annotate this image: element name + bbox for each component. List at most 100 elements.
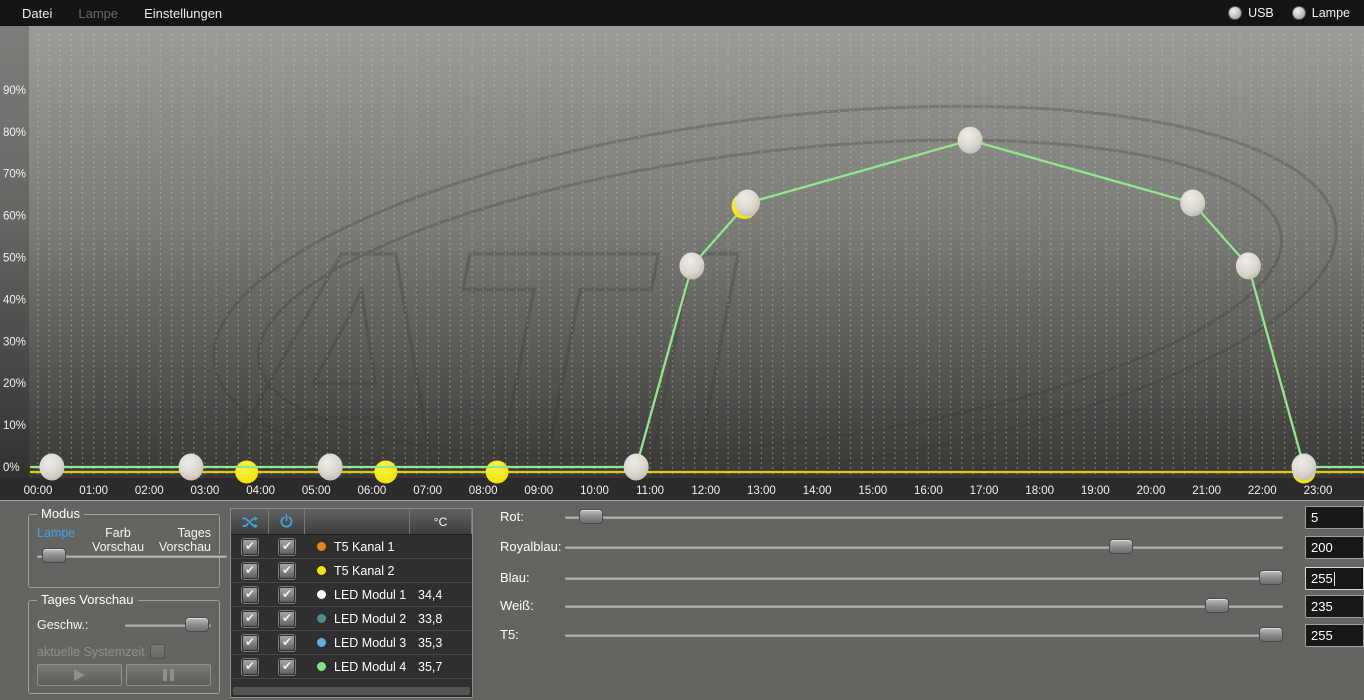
name-column-header [305,509,410,534]
color-slider-thumb[interactable] [1205,598,1229,613]
svg-text:05:00: 05:00 [302,485,331,497]
status-indicators: USB Lampe [1228,6,1350,20]
curve-point[interactable] [486,461,509,484]
color-slider[interactable] [565,509,1283,524]
channel-name[interactable]: LED Modul 3 [334,636,406,650]
color-slider-track[interactable] [565,545,1283,548]
channel-name[interactable]: LED Modul 1 [334,588,406,602]
pause-button[interactable] [126,664,211,686]
curve-point[interactable] [1236,252,1261,279]
channel-power-checkbox[interactable]: ✔ [279,563,295,579]
channel-power-checkbox[interactable]: ✔ [279,659,295,675]
color-slider-track[interactable] [565,515,1283,518]
color-slider-label: Weiß: [500,598,534,613]
color-slider-thumb[interactable] [1259,570,1283,585]
menu-einstellungen[interactable]: Einstellungen [131,6,235,21]
color-value-input[interactable]: 235 [1305,595,1364,618]
svg-text:07:00: 07:00 [413,485,442,497]
color-value-input[interactable]: 200 [1305,536,1364,559]
channel-power-checkbox[interactable]: ✔ [279,539,295,555]
channel-name[interactable]: T5 Kanal 2 [334,564,394,578]
channel-name[interactable]: LED Modul 4 [334,660,406,674]
svg-text:13:00: 13:00 [747,485,776,497]
svg-text:17:00: 17:00 [970,485,999,497]
channel-row: ✔ ✔ T5 Kanal 2 [231,559,472,583]
channel-curve-checkbox[interactable]: ✔ [242,563,258,579]
curve-point[interactable] [679,252,704,279]
color-slider-track[interactable] [565,633,1283,636]
svg-text:90%: 90% [3,85,26,97]
curve-point[interactable] [39,454,64,481]
color-slider[interactable] [565,598,1283,613]
svg-text:06:00: 06:00 [358,485,387,497]
channel-curve-checkbox[interactable]: ✔ [242,587,258,603]
curve-point[interactable] [179,454,204,481]
curve-point[interactable] [318,454,343,481]
menu-lampe[interactable]: Lampe [65,6,131,21]
svg-text:14:00: 14:00 [803,485,832,497]
svg-text:60%: 60% [3,211,26,223]
color-slider-thumb[interactable] [579,509,603,524]
curve-point[interactable] [624,454,649,481]
svg-text:23:00: 23:00 [1304,485,1333,497]
channel-curve-checkbox[interactable]: ✔ [242,659,258,675]
svg-text:04:00: 04:00 [246,485,275,497]
color-slider[interactable] [565,539,1283,554]
svg-text:21:00: 21:00 [1192,485,1221,497]
table-scrollbar[interactable] [233,687,470,695]
schedule-chart[interactable]: ATI90%80%70%60%50%40%30%20%10%0%00:0001:… [0,26,1364,500]
channel-table: °C ✔✔T5 Kanal 1✔✔T5 Kanal 2✔✔LED Modul 1… [230,508,473,698]
channel-color-dot-icon [317,542,326,551]
channel-name[interactable]: LED Modul 2 [334,612,406,626]
channel-temperature: 35,7 [410,660,472,674]
power-column-header[interactable] [269,509,305,534]
channel-name[interactable]: T5 Kanal 1 [334,540,394,554]
channel-row: ✔✔LED Modul 233,8 [231,607,472,631]
color-slider[interactable] [565,570,1283,585]
channel-curve-checkbox[interactable]: ✔ [242,611,258,627]
svg-text:19:00: 19:00 [1081,485,1110,497]
play-icon [74,669,85,681]
color-slider-thumb[interactable] [1109,539,1133,554]
color-slider-track[interactable] [565,604,1283,607]
svg-text:20%: 20% [3,378,26,390]
tages-vorschau-groupbox: Tages Vorschau Geschw.: aktuelle Systemz… [28,600,220,694]
channel-power-checkbox[interactable]: ✔ [279,587,295,603]
color-slider[interactable] [565,627,1283,642]
curve-point[interactable] [958,127,983,154]
curve-point[interactable] [1292,454,1317,481]
play-button[interactable] [37,664,122,686]
transport-controls [37,664,211,686]
systemtime-row: aktuelle Systemzeit [37,644,165,659]
svg-text:0%: 0% [3,462,20,474]
color-slider-track[interactable] [565,576,1283,579]
color-value-input[interactable]: 255 [1305,624,1364,647]
speed-slider-thumb[interactable] [185,617,209,632]
channel-temperature: 34,4 [410,588,472,602]
speed-label: Geschw.: [37,618,125,632]
curve-point[interactable] [735,190,760,217]
channel-curve-checkbox[interactable]: ✔ [242,539,258,555]
color-slider-thumb[interactable] [1259,627,1283,642]
modus-slider[interactable] [37,548,227,563]
channel-row: ✔ ✔ LED Modul 4 35,7 [231,655,472,679]
channel-color-dot-icon [317,638,326,647]
color-value-input[interactable]: 255 [1305,567,1364,590]
channel-power-checkbox[interactable]: ✔ [279,611,295,627]
curve-column-header[interactable] [231,509,269,534]
channel-row: ✔✔LED Modul 335,3 [231,631,472,655]
systemtime-checkbox[interactable] [150,644,165,659]
svg-text:08:00: 08:00 [469,485,498,497]
modus-slider-thumb[interactable] [42,548,66,563]
svg-text:00:00: 00:00 [24,485,53,497]
channel-curve-checkbox[interactable]: ✔ [242,635,258,651]
channel-color-dot-icon [317,662,326,671]
channel-power-checkbox[interactable]: ✔ [279,635,295,651]
curve-point[interactable] [1180,190,1205,217]
curve-point[interactable] [374,461,397,484]
color-value-input[interactable]: 5 [1305,506,1364,529]
menu-datei[interactable]: Datei [9,6,65,21]
curve-point[interactable] [235,461,258,484]
speed-slider[interactable] [125,617,211,632]
color-slider-label: Rot: [500,509,524,524]
